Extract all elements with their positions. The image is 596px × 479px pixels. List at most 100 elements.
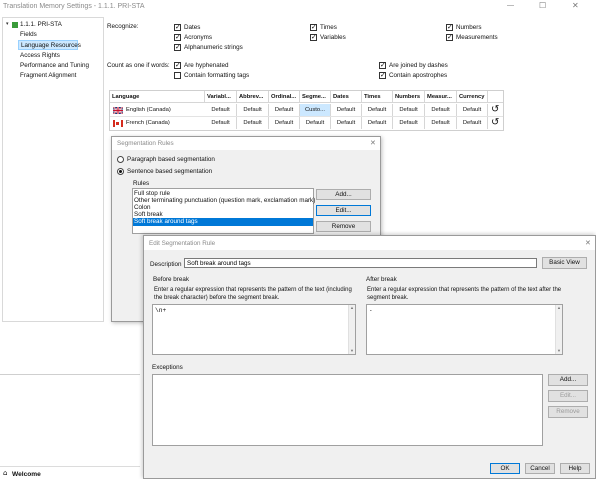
variables-checkbox[interactable] (310, 32, 317, 42)
header-ordinals[interactable]: Ordinal... (269, 91, 300, 103)
hyphenated-checkbox[interactable] (174, 60, 181, 70)
list-item[interactable]: Soft break (134, 211, 163, 218)
table-row[interactable]: English (Canada) Default Default Default… (110, 104, 503, 117)
header-numbers[interactable]: Numbers (393, 91, 425, 103)
dates-label: Dates (184, 24, 201, 31)
header-measurements[interactable]: Measur... (425, 91, 457, 103)
formatting-tags-checkbox[interactable] (174, 72, 181, 79)
alphanumeric-label: Alphanumeric strings (184, 44, 243, 51)
maximize-icon[interactable]: ☐ (539, 1, 546, 10)
times-cell[interactable]: Default (362, 117, 393, 129)
close-icon[interactable]: ✕ (585, 239, 591, 247)
add-rule-button[interactable]: Add... (316, 189, 371, 200)
welcome-label[interactable]: Welcome (12, 471, 41, 478)
ok-button[interactable]: OK (490, 463, 520, 474)
after-break-field[interactable]: . ▲ ▼ (366, 304, 563, 355)
description-label: Description (150, 261, 182, 268)
scroll-down-icon[interactable]: ▼ (557, 348, 561, 353)
acronyms-checkbox[interactable] (174, 32, 181, 42)
list-item[interactable]: Other terminating punctuation (question … (134, 197, 315, 204)
list-item-selected[interactable]: Soft break around tags (133, 218, 313, 226)
tree-expand-icon[interactable]: ▾ (6, 21, 9, 27)
scrollbar[interactable]: ▲ ▼ (555, 305, 562, 354)
edit-rule-button[interactable]: Edit... (316, 205, 371, 216)
numbers-cell[interactable]: Default (393, 117, 425, 129)
dialog-title: Edit Segmentation Rule (149, 240, 216, 247)
tree-item-language-resources[interactable]: Language Resources (18, 40, 81, 50)
abbreviations-cell[interactable]: Default (237, 104, 269, 116)
settings-tree: ▾ 1.1.1. PRI-STA Fields Language Resourc… (2, 17, 104, 322)
dates-cell[interactable]: Default (331, 117, 362, 129)
table-header: Language Variabl... Abbrev... Ordinal...… (110, 91, 503, 103)
scroll-down-icon[interactable]: ▼ (350, 348, 354, 353)
numbers-cell[interactable]: Default (393, 104, 425, 116)
window-title: Translation Memory Settings - 1.1.1. PRI… (3, 3, 145, 10)
reset-icon[interactable]: ↺ (491, 104, 499, 115)
table-row[interactable]: French (Canada) Default Default Default … (110, 117, 503, 130)
add-exception-button[interactable]: Add... (548, 374, 588, 386)
hyphenated-label: Are hyphenated (184, 62, 229, 69)
remove-rule-button[interactable]: Remove (316, 221, 371, 232)
language-name: French (Canada) (126, 120, 170, 126)
variables-cell[interactable]: Default (205, 104, 237, 116)
scroll-up-icon[interactable]: ▲ (557, 305, 561, 310)
variables-cell[interactable]: Default (205, 117, 237, 129)
ordinals-cell[interactable]: Default (269, 117, 300, 129)
times-checkbox[interactable] (310, 22, 317, 32)
header-variables[interactable]: Variabl... (205, 91, 237, 103)
sentence-radio[interactable] (117, 168, 124, 175)
segmentation-cell[interactable]: Default (300, 117, 331, 129)
list-item[interactable]: Colon (134, 204, 150, 211)
language-name: English (Canada) (126, 107, 171, 113)
before-break-field[interactable]: \n+ ▲ ▼ (152, 304, 356, 355)
list-item[interactable]: Full stop rule (134, 190, 170, 197)
dashes-checkbox[interactable] (379, 60, 386, 70)
cancel-button[interactable]: Cancel (525, 463, 555, 474)
header-language[interactable]: Language (110, 91, 205, 103)
count-words-label: Count as one if words: (107, 62, 170, 69)
header-segmentation[interactable]: Segme... (300, 91, 331, 103)
header-abbreviations[interactable]: Abbrev... (237, 91, 269, 103)
description-input[interactable] (184, 258, 537, 268)
scroll-up-icon[interactable]: ▲ (350, 305, 354, 310)
times-cell[interactable]: Default (362, 104, 393, 116)
dates-checkbox[interactable] (174, 22, 181, 32)
header-times[interactable]: Times (362, 91, 393, 103)
paragraph-radio[interactable] (117, 156, 124, 163)
tree-item-performance[interactable]: Performance and Tuning (20, 62, 89, 69)
alphanumeric-checkbox[interactable] (174, 42, 181, 52)
task-pane: ⌂ Welcome (0, 374, 140, 479)
segmentation-cell[interactable]: Custo... (300, 104, 331, 116)
rules-list[interactable]: Full stop rule Other terminating punctua… (132, 188, 315, 234)
dates-cell[interactable]: Default (331, 104, 362, 116)
close-icon[interactable]: ✕ (572, 1, 579, 10)
header-currency[interactable]: Currency (457, 91, 488, 103)
ordinals-cell[interactable]: Default (269, 104, 300, 116)
tm-icon (12, 22, 18, 28)
measurements-cell[interactable]: Default (425, 117, 457, 129)
edit-exception-button[interactable]: Edit... (548, 390, 588, 402)
tree-root[interactable]: 1.1.1. PRI-STA (20, 21, 62, 28)
exceptions-list[interactable] (152, 374, 543, 446)
close-icon[interactable]: ✕ (370, 139, 376, 147)
tree-item-fragment-alignment[interactable]: Fragment Alignment (20, 72, 76, 79)
before-break-value: \n+ (155, 307, 167, 314)
numbers-checkbox[interactable] (446, 22, 453, 32)
header-dates[interactable]: Dates (331, 91, 362, 103)
apostrophes-checkbox[interactable] (379, 70, 386, 80)
measurements-checkbox[interactable] (446, 32, 453, 42)
abbreviations-cell[interactable]: Default (237, 117, 269, 129)
measurements-cell[interactable]: Default (425, 104, 457, 116)
currency-cell[interactable]: Default (457, 104, 488, 116)
reset-icon[interactable]: ↺ (491, 117, 499, 128)
minimize-icon[interactable]: — (507, 2, 514, 9)
tree-item-fields[interactable]: Fields (20, 31, 37, 38)
paragraph-radio-label: Paragraph based segmentation (127, 156, 215, 163)
basic-view-button[interactable]: Basic View (542, 257, 587, 269)
pane-divider (0, 466, 140, 467)
currency-cell[interactable]: Default (457, 117, 488, 129)
scrollbar[interactable]: ▲ ▼ (348, 305, 355, 354)
help-button[interactable]: Help (560, 463, 590, 474)
tree-item-access-rights[interactable]: Access Rights (20, 52, 60, 59)
remove-exception-button[interactable]: Remove (548, 406, 588, 418)
